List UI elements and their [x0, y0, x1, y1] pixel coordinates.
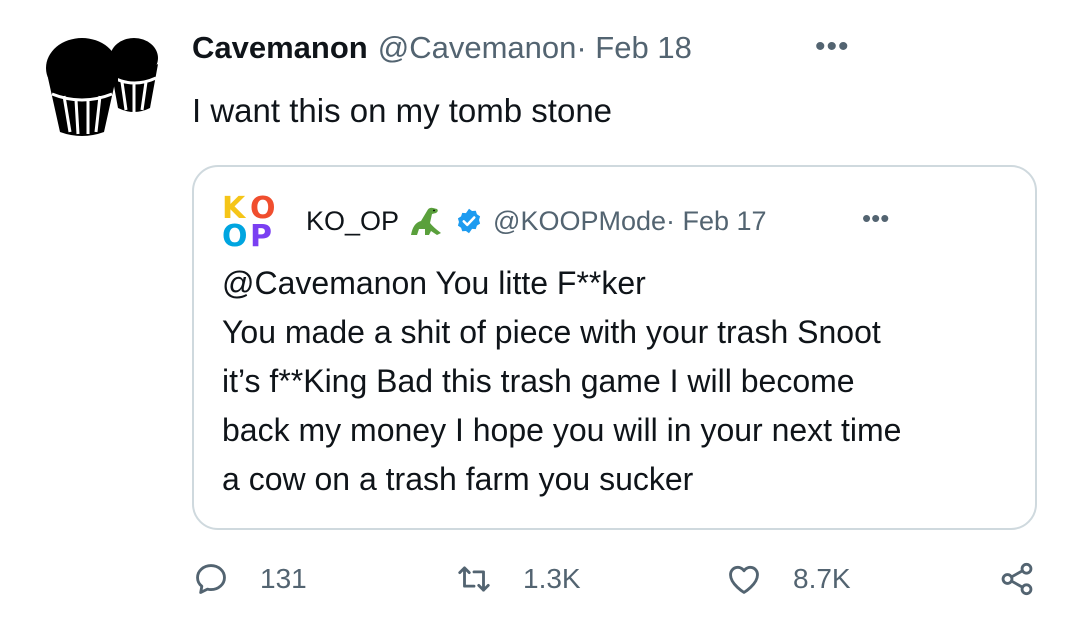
quoted-display-name[interactable]: KO_OP [306, 206, 399, 237]
tweet-date[interactable]: · Feb 18 [576, 30, 691, 66]
koop-logo: K O O P [222, 194, 280, 254]
quoted-tweet-text: @Cavemanon You litte F**ker You made a s… [222, 259, 1022, 504]
quoted-text-line: back my money I hope you will in your ne… [222, 412, 902, 448]
quoted-text-line: @Cavemanon You litte F**ker [222, 265, 646, 301]
logo-letter-o2: O [222, 219, 248, 254]
retweet-icon [458, 566, 490, 592]
share-icon [1001, 562, 1033, 596]
logo-letter-p: P [250, 219, 272, 254]
author-handle[interactable]: @Cavemanon [378, 30, 577, 66]
quoted-more-options-icon[interactable]: ••• [862, 203, 889, 234]
verified-badge-icon [457, 208, 481, 234]
quoted-text-line: You made a shit of piece with your trash… [222, 314, 881, 350]
quoted-tweet-card[interactable]: K O O P KO_OP @KOOPMode · Feb 17 ••• @Ca… [192, 165, 1037, 530]
like-button[interactable]: 8.7K [725, 560, 851, 598]
more-options-icon[interactable]: ••• [815, 30, 850, 64]
dinosaur-icon [411, 207, 442, 235]
avatar-bongo-drums[interactable] [42, 34, 160, 140]
quoted-text-line: it’s f**King Bad this trash game I will … [222, 363, 855, 399]
reply-button[interactable]: 131 [192, 560, 307, 598]
bongo-drum-left [46, 38, 118, 136]
share-button[interactable] [998, 560, 1036, 598]
quoted-date[interactable]: · Feb 17 [666, 206, 767, 237]
reply-icon [196, 564, 226, 594]
quoted-text-line: a cow on a trash farm you sucker [222, 461, 694, 497]
author-display-name[interactable]: Cavemanon [192, 30, 368, 66]
quoted-tweet-header: KO_OP @KOOPMode · Feb 17 [306, 205, 767, 237]
like-count: 8.7K [793, 563, 851, 594]
reply-count: 131 [260, 563, 307, 594]
tweet-text: I want this on my tomb stone [192, 92, 613, 129]
retweet-button[interactable]: 1.3K [455, 560, 581, 598]
retweet-count: 1.3K [523, 563, 581, 594]
bongo-drum-right [106, 38, 158, 112]
tweet-actions-bar: 131 1.3K 8.7K [0, 560, 1080, 610]
heart-icon [729, 565, 759, 594]
tweet-header: Cavemanon @Cavemanon · Feb 18 [192, 30, 692, 66]
quoted-handle[interactable]: @KOOPMode [493, 206, 666, 237]
